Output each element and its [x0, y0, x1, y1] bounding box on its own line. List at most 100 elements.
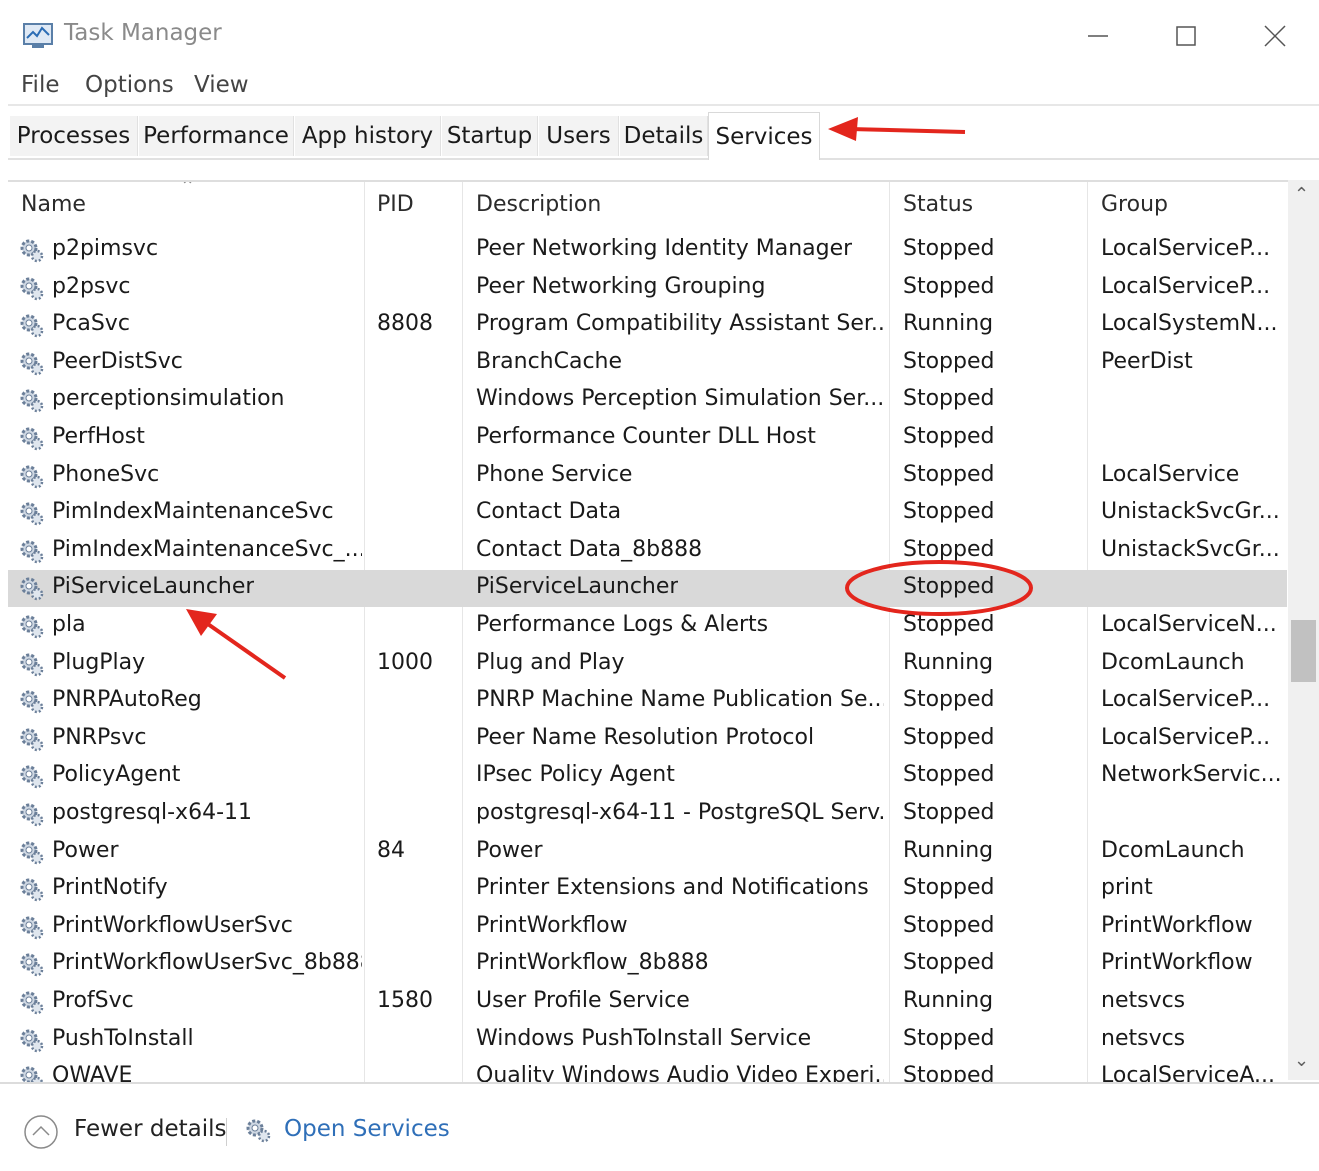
service-row[interactable]: postgresql-x64-11 postgresql-x64-11 - Pos…: [8, 796, 1287, 833]
service-status-cell: Stopped: [903, 950, 995, 976]
service-row[interactable]: PlugPlay 1000 Plug and Play Running DcomLaun…: [8, 646, 1287, 683]
service-name-cell: pla: [52, 612, 86, 637]
menu-options[interactable]: Options: [85, 72, 174, 98]
maximize-button[interactable]: [1164, 14, 1208, 58]
service-gear-icon: [18, 801, 44, 827]
service-row[interactable]: Power 84 Power Running DcomLaunch: [8, 834, 1287, 871]
service-row[interactable]: p2pimsvc Peer Networking Identity Manager…: [8, 232, 1287, 269]
tab-performance[interactable]: Performance: [139, 116, 294, 156]
service-name-cell: QWAVE: [52, 1063, 133, 1082]
service-gear-icon: [18, 839, 44, 865]
service-gear-icon: [18, 688, 44, 714]
vertical-scrollbar[interactable]: ⌃ ⌄: [1288, 180, 1319, 1080]
service-name-cell: PNRPsvc: [52, 724, 147, 750]
service-name-cell: PiServiceLauncher: [52, 574, 255, 600]
service-description-cell: Peer Networking Identity Manager: [476, 236, 853, 261]
service-row[interactable]: PolicyAgent IPsec Policy Agent Stopped Netw…: [8, 758, 1287, 795]
service-row[interactable]: PhoneSvc Phone Service Stopped LocalService: [8, 458, 1287, 495]
close-button[interactable]: [1253, 14, 1297, 58]
service-name-cell: PimIndexMaintenanceSvc_...: [52, 536, 362, 562]
header-group[interactable]: Group: [1101, 192, 1168, 217]
service-group-cell: DcomLaunch: [1101, 837, 1245, 863]
task-manager-icon: [23, 23, 53, 48]
footer-bar: Fewer details Open Services: [0, 1082, 1319, 1171]
service-group-cell: LocalServiceP...: [1101, 724, 1271, 750]
service-name-cell: PhoneSvc: [52, 461, 160, 487]
service-status-cell: Stopped: [903, 574, 995, 600]
service-name-cell: PerfHost: [52, 424, 145, 449]
service-description-cell: PNRP Machine Name Publication Se...: [476, 687, 884, 713]
service-gear-icon: [18, 914, 44, 940]
service-description-cell: User Profile Service: [476, 988, 690, 1013]
menu-file[interactable]: File: [21, 72, 60, 98]
service-status-cell: Stopped: [903, 800, 995, 825]
service-status-cell: Stopped: [903, 762, 995, 788]
header-description[interactable]: Description: [476, 192, 601, 217]
service-row[interactable]: p2psvc Peer Networking Grouping Stopped Loc…: [8, 270, 1287, 307]
scroll-down-icon[interactable]: ⌄: [1294, 1050, 1309, 1071]
tab-app-history[interactable]: App history: [295, 116, 441, 156]
service-gear-icon: [18, 613, 44, 639]
service-row[interactable]: pla Performance Logs & Alerts Stopped Local…: [8, 608, 1287, 645]
service-row[interactable]: PeerDistSvc BranchCache Stopped PeerDist: [8, 345, 1287, 382]
open-services-link[interactable]: Open Services: [284, 1116, 450, 1142]
service-group-cell: print: [1101, 875, 1153, 901]
service-row[interactable]: PushToInstall Windows PushToInstall Servi…: [8, 1022, 1287, 1059]
service-row[interactable]: PimIndexMaintenanceSvc Contact Data Stoppe…: [8, 495, 1287, 532]
tab-startup[interactable]: Startup: [442, 116, 538, 156]
service-status-cell: Stopped: [903, 875, 995, 901]
service-row[interactable]: PcaSvc 8808 Program Compatibility Assistan…: [8, 307, 1287, 344]
tab-details[interactable]: Details: [620, 116, 708, 156]
service-gear-icon: [18, 989, 44, 1015]
header-status[interactable]: Status: [903, 192, 973, 217]
service-status-cell: Running: [903, 837, 994, 863]
service-group-cell: LocalService: [1101, 461, 1240, 487]
service-row[interactable]: PimIndexMaintenanceSvc_... Contact Data_8…: [8, 533, 1287, 570]
service-gear-icon: [18, 575, 44, 601]
service-status-cell: Stopped: [903, 1025, 995, 1051]
service-name-cell: Power: [52, 837, 119, 863]
service-status-cell: Stopped: [903, 461, 995, 487]
service-gear-icon: [18, 951, 44, 977]
service-row[interactable]: PNRPsvc Peer Name Resolution Protocol Stop…: [8, 721, 1287, 758]
service-gear-icon: [18, 876, 44, 902]
service-pid-cell: 84: [377, 837, 405, 863]
menu-view[interactable]: View: [194, 72, 249, 98]
services-table: ⌃ Name PID Description Status Group p2pi…: [8, 180, 1319, 1082]
service-row[interactable]: PNRPAutoReg PNRP Machine Name Publication…: [8, 683, 1287, 720]
service-group-cell: LocalServiceP...: [1101, 273, 1271, 299]
header-name[interactable]: Name: [21, 192, 86, 217]
service-description-cell: Peer Name Resolution Protocol: [476, 724, 815, 750]
fewer-details-icon[interactable]: [23, 1114, 59, 1150]
scroll-thumb[interactable]: [1291, 620, 1316, 682]
service-name-cell: p2pimsvc: [52, 236, 159, 261]
service-row[interactable]: ProfSvc 1580 User Profile Service Running ne…: [8, 984, 1287, 1021]
service-description-cell: PrintWorkflow_8b888: [476, 950, 709, 976]
service-gear-icon: [18, 500, 44, 526]
service-row[interactable]: PrintNotify Printer Extensions and Notifi…: [8, 871, 1287, 908]
minimize-button[interactable]: [1076, 14, 1120, 58]
service-status-cell: Stopped: [903, 687, 995, 713]
tab-users[interactable]: Users: [539, 116, 619, 156]
service-row[interactable]: PrintWorkflowUserSvc_8b888 PrintWorkflow_…: [8, 946, 1287, 983]
header-pid[interactable]: PID: [377, 192, 414, 217]
service-name-cell: PeerDistSvc: [52, 348, 183, 374]
fewer-details-button[interactable]: Fewer details: [74, 1116, 226, 1142]
service-row[interactable]: perceptionsimulation Windows Perception S…: [8, 382, 1287, 419]
service-name-cell: PrintWorkflowUserSvc: [52, 912, 293, 938]
service-description-cell: Printer Extensions and Notifications: [476, 875, 869, 901]
service-row[interactable]: PiServiceLauncher PiServiceLauncher Stoppe…: [8, 570, 1287, 608]
scroll-up-icon[interactable]: ⌃: [1294, 184, 1309, 205]
service-gear-icon: [18, 1027, 44, 1053]
service-row[interactable]: QWAVE Quality Windows Audio Video Experi.…: [8, 1059, 1287, 1082]
service-row[interactable]: PrintWorkflowUserSvc PrintWorkflow Stopped…: [8, 909, 1287, 946]
service-name-cell: PNRPAutoReg: [52, 687, 202, 713]
tab-processes[interactable]: Processes: [10, 116, 138, 156]
service-name-cell: PolicyAgent: [52, 762, 181, 788]
service-status-cell: Stopped: [903, 273, 995, 299]
service-row[interactable]: PerfHost Performance Counter DLL Host Stop…: [8, 420, 1287, 457]
tab-services[interactable]: Services: [708, 112, 820, 160]
service-group-cell: netsvcs: [1101, 988, 1186, 1013]
service-status-cell: Stopped: [903, 236, 995, 261]
service-group-cell: PrintWorkflow: [1101, 912, 1253, 938]
